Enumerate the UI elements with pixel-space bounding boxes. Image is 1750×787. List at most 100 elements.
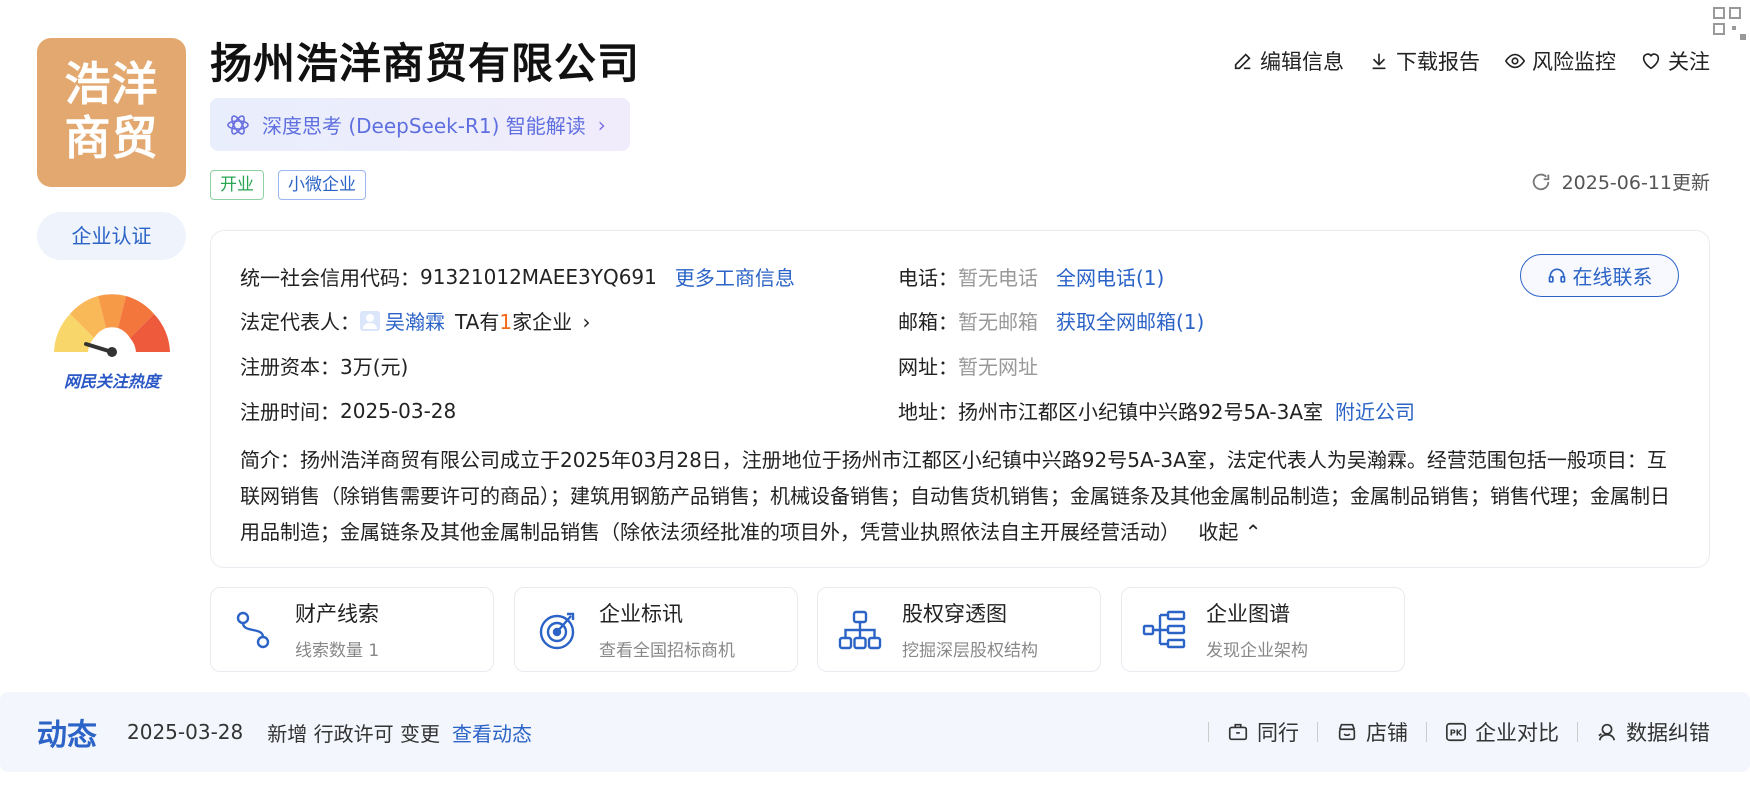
collapse-button[interactable]: 收起 ⌃ bbox=[1198, 520, 1261, 544]
view-dynamics-link[interactable]: 查看动态 bbox=[452, 718, 532, 747]
qr-code-icon[interactable] bbox=[1710, 4, 1750, 44]
email-link[interactable]: 获取全网邮箱(1) bbox=[1056, 306, 1204, 335]
compare-button[interactable]: PK 企业对比 bbox=[1445, 717, 1559, 747]
ta-companies-link[interactable]: TA有1家企业 › bbox=[455, 306, 590, 335]
compare-label: 企业对比 bbox=[1475, 721, 1559, 745]
heart-icon bbox=[1642, 53, 1660, 70]
capital-label: 注册资本： bbox=[240, 355, 340, 379]
reg-date-value: 2025-03-28 bbox=[340, 398, 457, 423]
address-label: 地址： bbox=[898, 400, 958, 424]
pencil-icon bbox=[1234, 53, 1251, 70]
collapse-label: 收起 bbox=[1198, 520, 1239, 544]
target-icon bbox=[539, 612, 575, 649]
phone-link[interactable]: 全网电话(1) bbox=[1056, 262, 1164, 291]
follow-label: 关注 bbox=[1668, 50, 1710, 74]
person-avatar-icon bbox=[360, 310, 380, 331]
eye-icon bbox=[1504, 53, 1526, 69]
svg-text:PK: PK bbox=[1450, 728, 1463, 738]
peer-button[interactable]: 同行 bbox=[1227, 717, 1299, 747]
legal-rep-row: 法定代表人： 吴瀚霖 TA有1家企业 › bbox=[240, 306, 590, 335]
address-value: 扬州市江都区小纪镇中兴路92号5A-3A室 bbox=[958, 400, 1324, 424]
feature-title: 股权穿透图 bbox=[902, 602, 1007, 626]
feature-subtitle: 发现企业架构 bbox=[1206, 641, 1308, 661]
data-correction-button[interactable]: 数据纠错 bbox=[1596, 717, 1710, 747]
briefcase-icon bbox=[1228, 723, 1248, 741]
follow-button[interactable]: 关注 bbox=[1640, 46, 1710, 76]
website-value: 暂无网址 bbox=[958, 355, 1038, 379]
nearby-companies-link[interactable]: 附近公司 bbox=[1335, 396, 1415, 425]
download-icon bbox=[1372, 53, 1386, 70]
email-value: 暂无邮箱 bbox=[958, 310, 1038, 334]
online-contact-label: 在线联系 bbox=[1572, 265, 1653, 289]
edit-info-label: 编辑信息 bbox=[1260, 50, 1344, 74]
tree-graph-icon bbox=[1142, 610, 1186, 648]
atom-icon bbox=[227, 114, 249, 135]
more-info-link[interactable]: 更多工商信息 bbox=[675, 262, 795, 291]
chevron-up-icon: ⌃ bbox=[1244, 520, 1262, 544]
ai-interpret-label: 深度思考 (DeepSeek-R1) 智能解读 bbox=[262, 114, 586, 138]
update-text: 2025-06-11更新 bbox=[1561, 172, 1710, 194]
download-report-label: 下载报告 bbox=[1396, 50, 1480, 74]
feature-card-enterprise-graph[interactable]: 企业图谱 发现企业架构 bbox=[1121, 587, 1405, 672]
certification-button[interactable]: 企业认证 bbox=[37, 212, 186, 260]
address-row: 地址： 扬州市江都区小纪镇中兴路92号5A-3A室 附近公司 bbox=[898, 396, 1415, 425]
capital-row: 注册资本： 3万(元) bbox=[240, 351, 408, 380]
update-info: 2025-06-11更新 bbox=[1530, 168, 1710, 195]
company-intro: 简介：扬州浩洋商贸有限公司成立于2025年03月28日，注册地位于扬州市江都区小… bbox=[240, 442, 1670, 550]
bottom-actions: 同行 店铺 PK 企业对比 数据纠错 bbox=[1190, 692, 1710, 772]
ai-interpret-button[interactable]: 深度思考 (DeepSeek-R1) 智能解读 › bbox=[210, 98, 630, 151]
edit-info-button[interactable]: 编辑信息 bbox=[1232, 46, 1344, 76]
intro-text: 扬州浩洋商贸有限公司成立于2025年03月28日，注册地位于扬州市江都区小纪镇中… bbox=[240, 448, 1670, 544]
intro-label: 简介： bbox=[240, 448, 300, 472]
reg-date-row: 注册时间： 2025-03-28 bbox=[240, 396, 456, 425]
feature-card-asset-clues[interactable]: 财产线索 线索数量 1 bbox=[210, 587, 494, 672]
headset-icon bbox=[1548, 268, 1565, 283]
phone-label: 电话： bbox=[898, 266, 958, 290]
chevron-right-icon: › bbox=[582, 310, 591, 334]
company-logo: 浩洋 商贸 bbox=[37, 38, 186, 187]
dynamics-date: 2025-03-28 bbox=[127, 720, 244, 744]
website-label: 网址： bbox=[898, 355, 958, 379]
status-badge: 开业 bbox=[210, 170, 264, 200]
legal-rep-link[interactable]: 吴瀚霖 bbox=[385, 306, 445, 335]
feature-subtitle: 查看全国招标商机 bbox=[599, 641, 735, 661]
correction-icon bbox=[1598, 723, 1616, 741]
phone-row: 电话： 暂无电话 全网电话(1) bbox=[898, 262, 1164, 291]
logo-text-line1: 浩洋 bbox=[64, 57, 159, 111]
pk-icon: PK bbox=[1446, 722, 1466, 742]
divider bbox=[1577, 722, 1578, 742]
shop-button[interactable]: 店铺 bbox=[1336, 717, 1408, 747]
dynamics-title: 动态 bbox=[37, 718, 97, 753]
org-chart-icon bbox=[838, 610, 882, 649]
logo-text-line2: 商贸 bbox=[64, 111, 159, 165]
risk-monitor-label: 风险监控 bbox=[1532, 50, 1616, 74]
website-row: 网址： 暂无网址 bbox=[898, 351, 1038, 380]
download-report-button[interactable]: 下载报告 bbox=[1368, 46, 1480, 76]
reg-date-label: 注册时间： bbox=[240, 400, 340, 424]
feature-card-equity-graph[interactable]: 股权穿透图 挖掘深层股权结构 bbox=[817, 587, 1101, 672]
refresh-icon[interactable] bbox=[1530, 171, 1552, 193]
email-row: 邮箱： 暂无邮箱 获取全网邮箱(1) bbox=[898, 306, 1204, 335]
online-contact-button[interactable]: 在线联系 bbox=[1520, 254, 1679, 297]
top-actions: 编辑信息 下载报告 风险监控 关注 bbox=[1232, 46, 1710, 76]
shop-label: 店铺 bbox=[1366, 721, 1408, 745]
asset-clue-icon bbox=[236, 611, 270, 648]
feature-card-bidding[interactable]: 企业标讯 查看全国招标商机 bbox=[514, 587, 798, 672]
legal-rep-label: 法定代表人： bbox=[240, 310, 360, 334]
chevron-right-icon: › bbox=[597, 112, 606, 137]
dynamics-bar: 动态 2025-03-28 新增 行政许可 变更 查看动态 同行 店铺 PK 企… bbox=[0, 692, 1750, 772]
feature-title: 财产线索 bbox=[295, 602, 379, 626]
risk-monitor-button[interactable]: 风险监控 bbox=[1504, 46, 1616, 76]
feature-title: 企业图谱 bbox=[1206, 602, 1290, 626]
phone-value: 暂无电话 bbox=[958, 266, 1038, 290]
shop-icon bbox=[1338, 723, 1356, 741]
feature-subtitle: 线索数量 1 bbox=[295, 641, 380, 661]
dynamics-news: 新增 行政许可 变更 bbox=[267, 721, 440, 746]
ta-suffix: 家企业 bbox=[512, 310, 573, 334]
heat-label: 网民关注热度 bbox=[63, 372, 160, 391]
company-name: 扬州浩洋商贸有限公司 bbox=[210, 39, 641, 88]
data-correction-label: 数据纠错 bbox=[1626, 721, 1710, 745]
feature-subtitle: 挖掘深层股权结构 bbox=[902, 641, 1038, 661]
email-label: 邮箱： bbox=[898, 310, 958, 334]
credit-code-row: 统一社会信用代码： 91321012MAEE3YQ691 更多工商信息 bbox=[240, 262, 795, 291]
